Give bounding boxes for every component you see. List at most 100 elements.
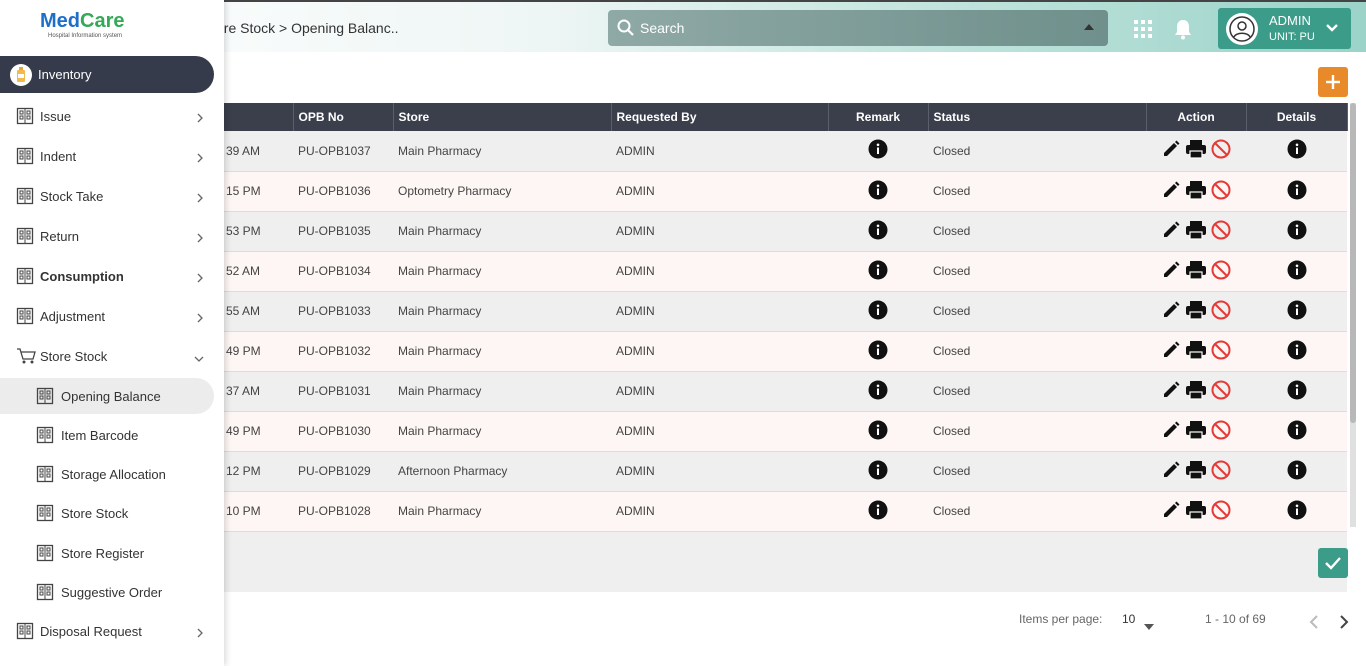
cancel-icon[interactable] bbox=[1211, 300, 1231, 323]
sidebar-item-consumption[interactable]: Consumption bbox=[0, 258, 214, 294]
remark-info-icon[interactable] bbox=[868, 220, 888, 243]
edit-pencil-icon[interactable] bbox=[1161, 460, 1181, 483]
details-info-icon[interactable] bbox=[1287, 139, 1307, 162]
prev-page-icon[interactable] bbox=[1308, 614, 1320, 633]
cell-store: Main Pharmacy bbox=[393, 371, 611, 412]
cancel-icon[interactable] bbox=[1211, 340, 1231, 363]
search-dropdown-caret-icon[interactable] bbox=[1084, 24, 1094, 30]
sidebar-item-return[interactable]: Return bbox=[0, 218, 214, 254]
search-input[interactable] bbox=[640, 20, 1060, 36]
cell-status: Closed bbox=[928, 251, 1146, 292]
col-header-requested-by[interactable]: Requested By bbox=[611, 103, 829, 131]
details-info-icon[interactable] bbox=[1287, 380, 1307, 403]
print-icon[interactable] bbox=[1185, 420, 1207, 443]
edit-pencil-icon[interactable] bbox=[1161, 180, 1181, 203]
add-button[interactable] bbox=[1318, 67, 1348, 97]
menu-item-icon bbox=[16, 147, 34, 165]
cell-opb-no: PU-OPB1032 bbox=[293, 331, 393, 372]
sidebar-item-issue[interactable]: Issue bbox=[0, 98, 214, 134]
remark-info-icon[interactable] bbox=[868, 460, 888, 483]
confirm-button[interactable] bbox=[1318, 548, 1348, 578]
sidebar-item-adjustment[interactable]: Adjustment bbox=[0, 298, 214, 334]
page-size-caret-icon[interactable] bbox=[1144, 619, 1154, 633]
col-header-status[interactable]: Status bbox=[928, 103, 1147, 131]
details-info-icon[interactable] bbox=[1287, 420, 1307, 443]
details-info-icon[interactable] bbox=[1287, 500, 1307, 523]
details-info-icon[interactable] bbox=[1287, 460, 1307, 483]
print-icon[interactable] bbox=[1185, 340, 1207, 363]
cancel-icon[interactable] bbox=[1211, 180, 1231, 203]
edit-pencil-icon[interactable] bbox=[1161, 300, 1181, 323]
col-header-store[interactable]: Store bbox=[393, 103, 612, 131]
apps-grid-icon[interactable] bbox=[1134, 20, 1152, 38]
cancel-icon[interactable] bbox=[1211, 139, 1231, 162]
cell-requested-by: ADMIN bbox=[611, 411, 828, 452]
edit-pencil-icon[interactable] bbox=[1161, 420, 1181, 443]
edit-pencil-icon[interactable] bbox=[1161, 500, 1181, 523]
sidebar-subitem-storage-allocation[interactable]: Storage Allocation bbox=[0, 456, 214, 492]
print-icon[interactable] bbox=[1185, 500, 1207, 523]
col-header-opb-no[interactable]: OPB No bbox=[293, 103, 394, 131]
chevron-right-icon bbox=[196, 230, 204, 248]
remark-info-icon[interactable] bbox=[868, 260, 888, 283]
sidebar-subitem-store-register[interactable]: Store Register bbox=[0, 535, 214, 571]
cancel-icon[interactable] bbox=[1211, 500, 1231, 523]
remark-info-icon[interactable] bbox=[868, 500, 888, 523]
cancel-icon[interactable] bbox=[1211, 260, 1231, 283]
details-info-icon[interactable] bbox=[1287, 180, 1307, 203]
cancel-icon[interactable] bbox=[1211, 380, 1231, 403]
table-scrollbar[interactable] bbox=[1350, 103, 1356, 527]
print-icon[interactable] bbox=[1185, 300, 1207, 323]
cell-opb-no: PU-OPB1031 bbox=[293, 371, 393, 412]
remark-info-icon[interactable] bbox=[868, 180, 888, 203]
sidebar-item-indent[interactable]: Indent bbox=[0, 138, 214, 174]
sidebar-subitem-item-barcode[interactable]: Item Barcode bbox=[0, 417, 214, 453]
sidebar-item-label: Issue bbox=[40, 108, 72, 124]
remark-info-icon[interactable] bbox=[868, 300, 888, 323]
print-icon[interactable] bbox=[1185, 139, 1207, 162]
chevron-down-icon[interactable] bbox=[1325, 21, 1339, 40]
remark-info-icon[interactable] bbox=[868, 340, 888, 363]
sidebar-item-label: Store Stock bbox=[40, 348, 108, 364]
details-info-icon[interactable] bbox=[1287, 220, 1307, 243]
cell-store: Main Pharmacy bbox=[393, 411, 611, 452]
menu-item-icon bbox=[36, 465, 54, 483]
next-page-icon[interactable] bbox=[1338, 614, 1350, 633]
edit-pencil-icon[interactable] bbox=[1161, 340, 1181, 363]
remark-info-icon[interactable] bbox=[868, 420, 888, 443]
edit-pencil-icon[interactable] bbox=[1161, 260, 1181, 283]
details-info-icon[interactable] bbox=[1287, 260, 1307, 283]
sidebar-subitem-store-stock[interactable]: Store Stock bbox=[0, 495, 214, 531]
print-icon[interactable] bbox=[1185, 260, 1207, 283]
sidebar-subitem-label: Suggestive Order bbox=[61, 584, 163, 600]
print-icon[interactable] bbox=[1185, 180, 1207, 203]
chevron-right-icon bbox=[196, 310, 204, 328]
cancel-icon[interactable] bbox=[1211, 220, 1231, 243]
chevron-right-icon bbox=[196, 150, 204, 168]
cancel-icon[interactable] bbox=[1211, 460, 1231, 483]
details-info-icon[interactable] bbox=[1287, 340, 1307, 363]
notification-bell-icon[interactable] bbox=[1173, 18, 1193, 45]
sidebar-item-store-stock[interactable]: Store Stock bbox=[0, 338, 214, 374]
print-icon[interactable] bbox=[1185, 460, 1207, 483]
print-icon[interactable] bbox=[1185, 380, 1207, 403]
sidebar-item-disposal-request[interactable]: Disposal Request bbox=[0, 613, 214, 649]
breadcrumb: ore Stock > Opening Balanc.. bbox=[216, 20, 399, 36]
sidebar-subitem-suggestive-order[interactable]: Suggestive Order bbox=[0, 574, 214, 610]
edit-pencil-icon[interactable] bbox=[1161, 139, 1181, 162]
cancel-icon[interactable] bbox=[1211, 420, 1231, 443]
sidebar-subitem-opening-balance[interactable]: Opening Balance bbox=[0, 378, 214, 414]
edit-pencil-icon[interactable] bbox=[1161, 220, 1181, 243]
sidebar-section-inventory[interactable]: Inventory bbox=[0, 56, 214, 93]
details-info-icon[interactable] bbox=[1287, 300, 1307, 323]
search-icon bbox=[612, 10, 640, 46]
user-menu[interactable]: ADMIN UNIT: PU bbox=[1218, 8, 1351, 49]
inventory-bottle-icon bbox=[10, 63, 32, 86]
print-icon[interactable] bbox=[1185, 220, 1207, 243]
page-size-select[interactable]: 10 bbox=[1122, 612, 1135, 626]
edit-pencil-icon[interactable] bbox=[1161, 380, 1181, 403]
remark-info-icon[interactable] bbox=[868, 139, 888, 162]
search-bar[interactable] bbox=[608, 10, 1108, 46]
remark-info-icon[interactable] bbox=[868, 380, 888, 403]
sidebar-item-stock-take[interactable]: Stock Take bbox=[0, 178, 214, 214]
